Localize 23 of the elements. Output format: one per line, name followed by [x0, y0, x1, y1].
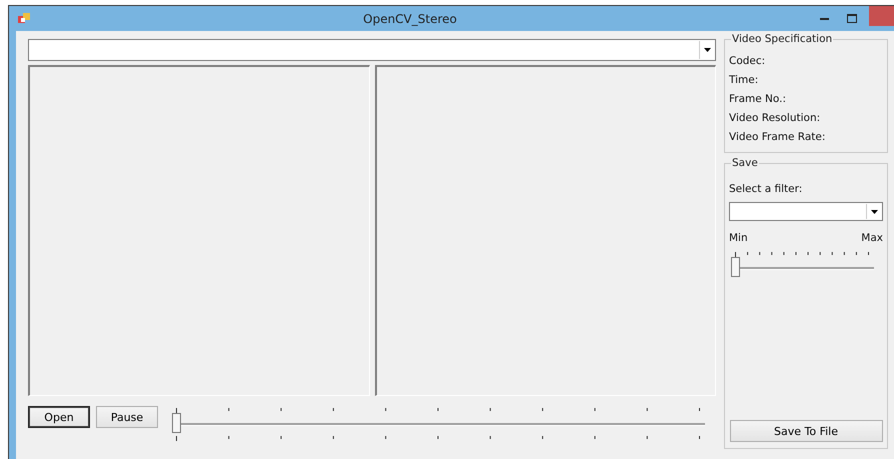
slider-thumb[interactable] — [731, 257, 740, 277]
open-button[interactable]: Open — [28, 406, 90, 428]
group-title: Video Specification — [731, 33, 834, 45]
save-to-file-button[interactable]: Save To File — [730, 420, 882, 442]
filter-dropdown[interactable] — [729, 202, 883, 221]
group-title: Save — [731, 157, 759, 169]
app-icon — [18, 13, 30, 24]
pause-button[interactable]: Pause — [96, 406, 158, 428]
field-label: Frame No.: — [729, 92, 788, 107]
minimize-icon[interactable] — [820, 18, 829, 20]
field-label: Time: — [729, 73, 760, 88]
caret-icon — [870, 210, 878, 214]
source-dropdown[interactable] — [28, 39, 716, 61]
maximize-icon[interactable] — [847, 14, 857, 23]
field-label: Video Frame Rate: — [729, 130, 826, 145]
field-label: Codec: — [729, 54, 766, 69]
slider-thumb[interactable] — [172, 413, 181, 433]
caret-icon — [704, 48, 710, 52]
min-label: Min — [729, 231, 748, 246]
window-title: OpenCV_Stereo — [362, 12, 458, 26]
max-label: Max — [861, 231, 883, 246]
field-label: Select a filter: — [729, 182, 804, 197]
field-label: Video Resolution: — [729, 111, 822, 126]
